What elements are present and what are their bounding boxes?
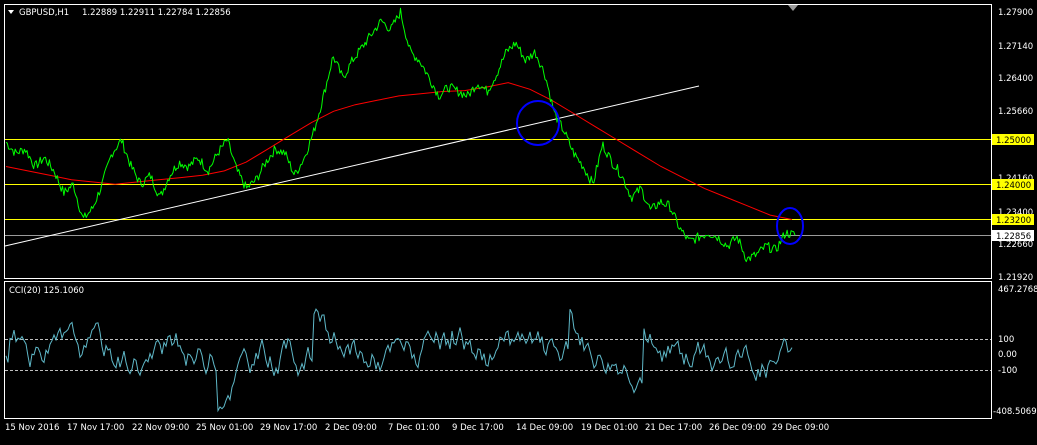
time-label: 17 Nov 17:00 [67,423,124,433]
ohlc-values: 1.22889 1.22911 1.22784 1.22856 [82,8,231,18]
cci-tick: -100 [998,366,1017,376]
level-label: 1.25000 [996,136,1031,146]
level-label: 1.24000 [996,181,1031,191]
current-price-label: 1.22856 [996,232,1031,242]
time-label: 19 Dec 01:00 [581,423,638,433]
time-label: 25 Nov 01:00 [196,423,253,433]
time-label: 14 Dec 09:00 [516,423,573,433]
indicator-frame [4,281,992,419]
time-label: 22 Nov 09:00 [132,423,189,433]
chart-shift-marker[interactable] [788,5,798,11]
price-axis: 1.27900 1.27140 1.26400 1.25660 1.24160 … [992,8,1034,283]
time-label: 21 Dec 17:00 [645,423,702,433]
price-tick: 1.21920 [998,273,1033,283]
price-tick: 1.25660 [998,107,1033,117]
time-label: 15 Nov 2016 [5,423,59,433]
main-chart-frame [4,4,992,279]
time-label: 7 Dec 01:00 [388,423,440,433]
time-label: 2 Dec 09:00 [325,423,377,433]
chart-window[interactable]: GBPUSD,H1 1.22889 1.22911 1.22784 1.2285… [0,0,1037,441]
cci-label[interactable]: CCI(20) 125.1060 [9,286,84,296]
time-label: 29 Dec 09:00 [772,423,829,433]
cci-line [5,308,793,413]
symbol-label[interactable]: GBPUSD,H1 [19,8,69,18]
dropdown-arrow-icon[interactable] [8,10,14,14]
price-tick: 1.27140 [998,42,1033,52]
cci-tick: 100 [998,335,1014,345]
time-label: 9 Dec 17:00 [452,423,504,433]
price-tick: 1.27900 [998,8,1033,18]
trendline[interactable] [4,85,700,247]
chart-canvas[interactable]: GBPUSD,H1 1.22889 1.22911 1.22784 1.2285… [0,0,1037,441]
level-label: 1.23200 [996,216,1031,226]
indicator-axis: 467.2768 100 0.00 -100 -408.5069 [993,285,1037,417]
time-axis: 15 Nov 2016 17 Nov 17:00 22 Nov 09:00 25… [5,423,829,433]
time-label: 29 Nov 17:00 [260,423,317,433]
time-label: 26 Dec 09:00 [709,423,766,433]
price-line [5,7,796,263]
cci-tick: 467.2768 [998,285,1037,295]
price-tick: 1.26400 [998,74,1033,84]
cci-tick: -408.5069 [993,407,1037,417]
highlight-circle-2[interactable] [776,207,804,245]
cci-tick: 0.00 [998,350,1017,360]
